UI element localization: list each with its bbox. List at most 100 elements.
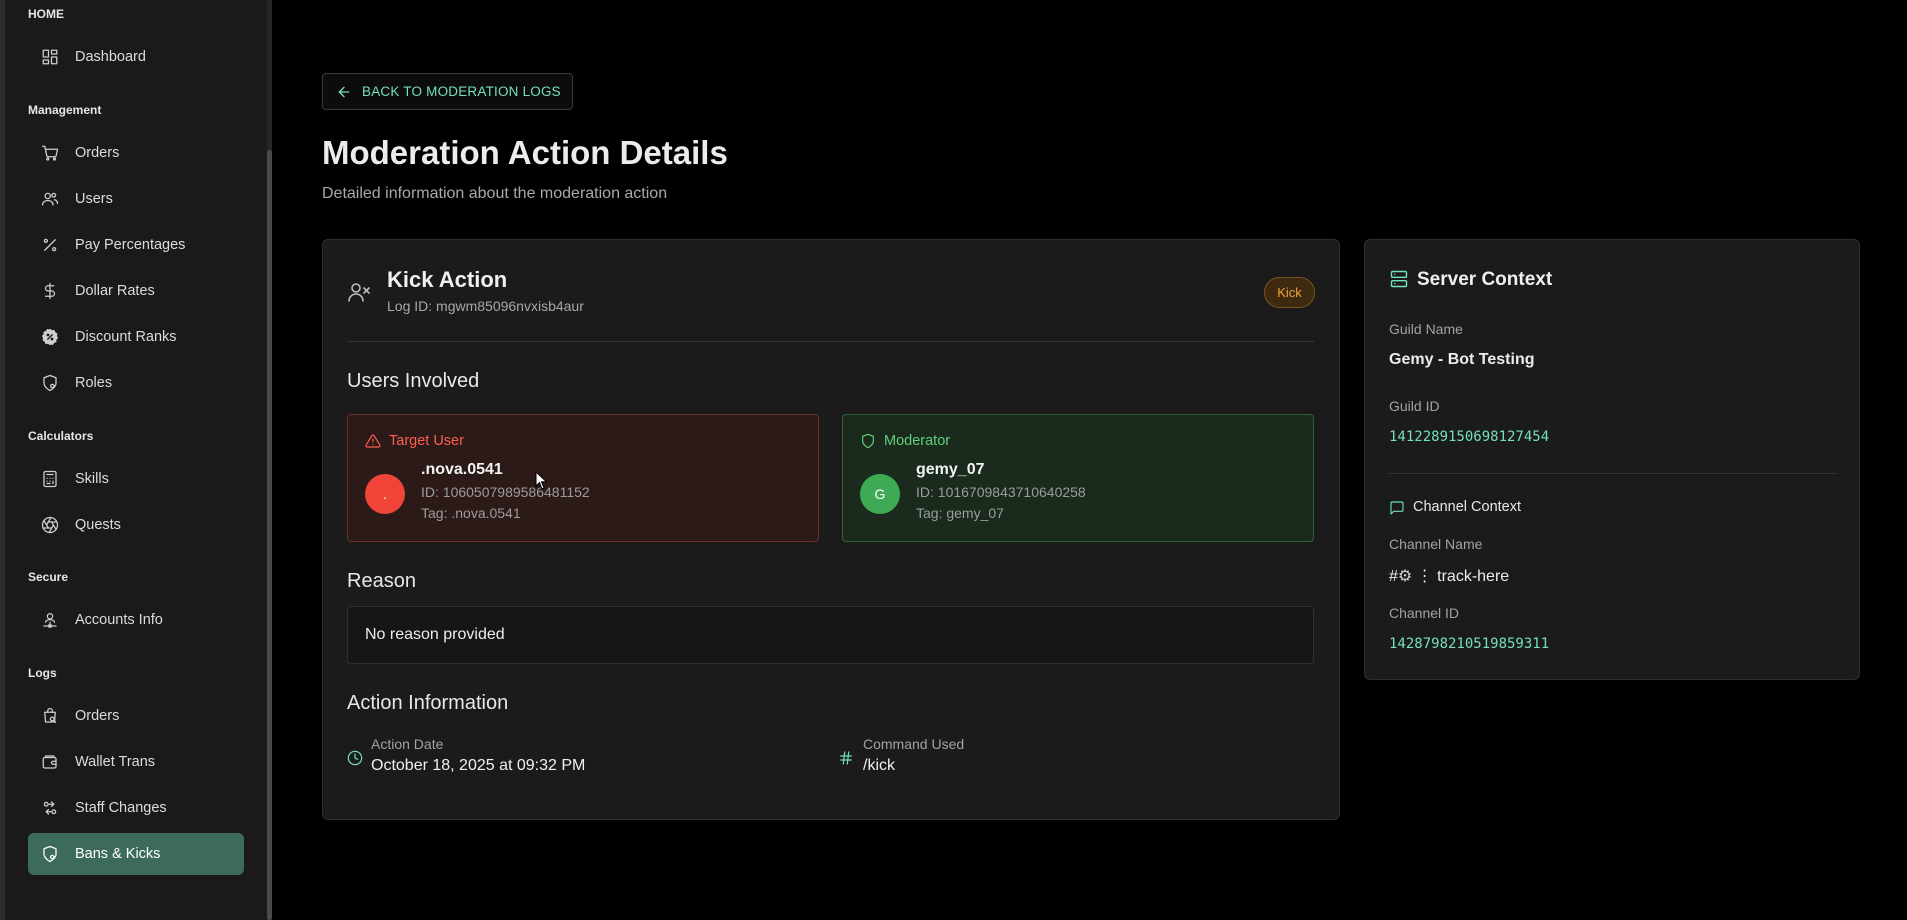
channel-name-text: ⋮ track-here — [1416, 568, 1510, 585]
sidebar-item-label: Dollar Rates — [75, 283, 155, 299]
sidebar-item-label: Roles — [75, 375, 113, 391]
moderator-heading-label: Moderator — [884, 433, 951, 449]
moderator-tag: Tag: gemy_07 — [916, 505, 1004, 521]
channel-id-value: 1428798210519859311 — [1389, 636, 1550, 652]
log-id: Log ID: mgwm85096nvxisb4aur — [387, 298, 584, 314]
dollar-icon — [41, 282, 59, 300]
hash-icon — [838, 750, 854, 766]
sidebar-item-roles[interactable]: Roles — [28, 362, 244, 404]
sidebar-item-label: Users — [75, 191, 113, 207]
sidebar-item-skills[interactable]: Skills — [28, 458, 244, 500]
back-button-label: BACK TO MODERATION LOGS — [362, 84, 561, 99]
sidebar-group-home: HOME — [28, 7, 64, 21]
divider — [1389, 473, 1837, 474]
page-title: Moderation Action Details — [322, 134, 728, 171]
clock-icon — [347, 750, 363, 766]
shield-cog-icon — [41, 374, 59, 392]
guild-id-label: Guild ID — [1389, 398, 1440, 414]
users-icon — [41, 190, 59, 208]
sidebar-item-staff-changes[interactable]: Staff Changes — [28, 787, 244, 829]
mouse-cursor-icon — [535, 471, 548, 490]
server-icon — [1389, 269, 1409, 289]
sidebar-group-secure: Secure — [28, 570, 69, 584]
moderator-id: ID: 1016709843710640258 — [916, 484, 1086, 500]
avatar: G — [860, 474, 900, 514]
sidebar-group-logs: Logs — [28, 666, 57, 680]
sidebar-item-pay-percentages[interactable]: Pay Percentages — [28, 224, 244, 266]
sidebar-item-label: Staff Changes — [75, 800, 167, 816]
wallet-icon — [41, 753, 59, 771]
command-used-label: Command Used — [863, 736, 965, 752]
cart-icon — [41, 144, 59, 162]
avatar: . — [365, 474, 405, 514]
users-involved-title: Users Involved — [347, 370, 480, 392]
server-context-title: Server Context — [1417, 269, 1553, 290]
moderator-heading: Moderator — [860, 433, 950, 449]
sidebar-group-calculators: Calculators — [28, 429, 94, 443]
channel-hash: # — [1389, 568, 1398, 585]
reason-text: No reason provided — [365, 626, 505, 643]
action-title: Kick Action — [387, 267, 508, 292]
sidebar-item-label: Quests — [75, 517, 121, 533]
page-subtitle: Detailed information about the moderatio… — [322, 185, 668, 202]
sidebar-item-label: Dashboard — [75, 49, 146, 65]
message-square-icon — [1389, 500, 1405, 516]
bag-search-icon — [41, 707, 59, 725]
divider — [347, 341, 1314, 342]
shield-icon — [862, 433, 874, 449]
channel-name-value: #⚙ ⋮ track-here — [1389, 566, 1509, 586]
channel-id-label: Channel ID — [1389, 605, 1460, 621]
sidebar-item-quests[interactable]: Quests — [28, 504, 244, 546]
sidebar-item-discount-ranks[interactable]: Discount Ranks — [28, 316, 244, 358]
user-x-icon — [347, 280, 371, 304]
sidebar-item-dashboard[interactable]: Dashboard — [28, 36, 244, 78]
account-network-icon — [41, 611, 59, 629]
calculator-icon — [41, 470, 59, 488]
action-date-label: Action Date — [371, 736, 444, 752]
guild-name-label: Guild Name — [1389, 321, 1463, 337]
alert-triangle-icon — [365, 434, 381, 448]
sidebar-item-users[interactable]: Users — [28, 178, 244, 220]
sidebar-item-label: Accounts Info — [75, 612, 163, 628]
target-user-tag: Tag: .nova.0541 — [421, 505, 521, 521]
target-user-heading: Target User — [365, 433, 464, 449]
sidebar-item-wallet-trans[interactable]: Wallet Trans — [28, 741, 244, 783]
sidebar-item-orders[interactable]: Orders — [28, 132, 244, 174]
server-context-card: Server Context Guild Name Gemy - Bot Tes… — [1364, 239, 1860, 680]
target-user-name: .nova.0541 — [421, 461, 503, 478]
action-details-card: Kick Action Log ID: mgwm85096nvxisb4aur … — [322, 239, 1340, 820]
sidebar-item-label: Skills — [75, 471, 109, 487]
percent-icon — [41, 236, 59, 254]
sidebar-item-label: Discount Ranks — [75, 329, 177, 345]
discount-badge-icon — [41, 328, 59, 346]
shield-ban-icon — [41, 845, 59, 863]
sidebar-item-accounts-info[interactable]: Accounts Info — [28, 599, 244, 641]
target-user-card: Target User . .nova.0541 ID: 10605079895… — [347, 414, 819, 542]
action-date-value: October 18, 2025 at 09:32 PM — [371, 757, 586, 774]
action-information-title: Action Information — [347, 692, 509, 714]
moderator-card: Moderator G gemy_07 ID: 1016709843710640… — [842, 414, 1314, 542]
target-user-heading-label: Target User — [389, 433, 464, 449]
sidebar-item-label: Wallet Trans — [75, 754, 156, 770]
user-swap-icon — [41, 799, 59, 817]
guild-name-value: Gemy - Bot Testing — [1389, 351, 1535, 368]
sidebar-item-log-orders[interactable]: Orders — [28, 695, 244, 737]
guild-id-value: 1412289150698127454 — [1389, 429, 1550, 445]
back-to-moderation-logs-button[interactable]: BACK TO MODERATION LOGS — [322, 73, 573, 110]
sidebar-item-bans-kicks[interactable]: Bans & Kicks — [28, 833, 244, 875]
channel-context-title: Channel Context — [1413, 499, 1522, 515]
arrow-left-icon — [338, 86, 350, 97]
command-used-value: /kick — [863, 757, 895, 774]
reason-title: Reason — [347, 570, 416, 592]
sidebar-item-label: Pay Percentages — [75, 237, 186, 253]
reason-box: No reason provided — [347, 606, 1314, 664]
sidebar-scrollbar-thumb[interactable] — [267, 150, 272, 920]
dashboard-icon — [41, 48, 59, 66]
action-type-badge: Kick — [1264, 277, 1315, 308]
moderator-name: gemy_07 — [916, 461, 985, 478]
sidebar-group-management: Management — [28, 103, 102, 117]
sidebar-item-label: Orders — [75, 708, 120, 724]
target-user-id: ID: 1060507989586481152 — [421, 484, 590, 500]
sidebar-item-label: Orders — [75, 145, 120, 161]
sidebar-item-dollar-rates[interactable]: Dollar Rates — [28, 270, 244, 312]
